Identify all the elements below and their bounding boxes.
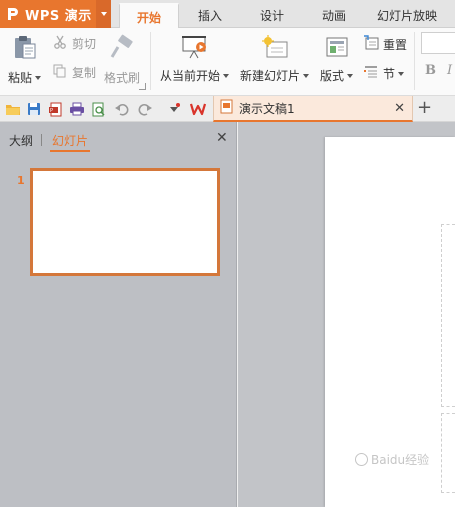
print-preview-icon[interactable] [91,101,107,117]
undo-icon[interactable] [114,101,130,117]
cut-label: 剪切 [72,37,97,51]
document-tab[interactable]: 演示文稿1 ✕ [213,96,413,122]
section-button[interactable]: 节 [363,64,405,83]
tab-outline[interactable]: 大纲 [9,132,33,149]
section-label: 节 [383,67,396,81]
tab-insert[interactable]: 插入 [186,0,234,28]
save-icon[interactable] [26,101,42,117]
format-painter-icon [109,34,135,63]
section-icon [363,64,379,83]
paste-button[interactable]: 粘贴 [8,34,42,86]
title-tab-bar: WPS 演示 开始 插入 设计 动画 幻灯片放映 [0,0,455,29]
customize-toolbar-icon[interactable] [166,101,182,117]
play-from-current-label: 从当前开始 [160,69,221,83]
chevron-down-icon [303,73,310,78]
close-icon[interactable]: ✕ [394,101,405,116]
chevron-down-icon [398,71,405,76]
new-slide-button[interactable]: 新建幻灯片 [240,34,310,84]
reset-label: 重置 [383,38,408,52]
bold-button[interactable]: B [425,63,436,78]
slide-thumbnail[interactable] [30,168,220,276]
tab-animation[interactable]: 动画 [310,0,358,28]
app-menu-button[interactable]: WPS 演示 [0,0,96,28]
wps-w-icon[interactable] [190,101,206,117]
play-from-current-button[interactable]: 从当前开始 [160,34,230,84]
wps-logo-icon [6,7,20,21]
new-slide-label: 新建幻灯片 [240,69,301,83]
export-pdf-icon[interactable]: P [48,101,64,117]
ribbon-separator [150,32,151,90]
pane-tabs: 大纲 幻灯片 ✕ [0,122,237,154]
paste-label: 粘贴 [8,71,33,85]
slide-editing-area: Baidu经验 [238,122,455,507]
layout-button[interactable]: 版式 [320,34,354,84]
clipboard-launcher-icon[interactable] [139,83,146,90]
slideshow-play-icon [181,34,209,63]
cut-button[interactable]: 剪切 [53,35,96,52]
ribbon-separator [414,32,415,90]
copy-label: 复制 [72,66,97,80]
chevron-down-icon [347,73,354,78]
layout-label: 版式 [320,69,345,83]
close-icon[interactable]: ✕ [216,130,228,146]
tab-home[interactable]: 开始 [119,3,179,29]
print-icon[interactable] [69,101,85,117]
subtitle-placeholder[interactable] [441,413,455,493]
italic-button[interactable]: I [447,63,452,78]
paste-icon [12,34,38,63]
chevron-down-icon [223,73,230,78]
title-placeholder[interactable] [441,224,455,407]
watermark-logo-icon [355,453,368,466]
open-folder-icon[interactable] [5,101,21,117]
redo-icon[interactable] [137,101,153,117]
copy-button[interactable]: 复制 [53,64,96,81]
new-tab-plus-icon[interactable]: + [417,99,432,117]
ribbon: 粘贴 剪切 复制 格式刷 从当前开始 新建幻灯片 版式 重置 节 B I [0,28,455,96]
active-tab-underline [50,150,90,152]
document-tab-title: 演示文稿1 [239,101,295,116]
reset-button[interactable]: 重置 [363,35,407,54]
quick-access-toolbar: P 演示文稿1 ✕ + [0,96,455,122]
chevron-down-icon [100,12,107,16]
reset-icon [363,35,379,54]
scissors-icon [53,35,67,52]
watermark: Baidu经验 [355,451,429,468]
svg-text:P: P [50,108,53,114]
presentation-file-icon [220,99,233,117]
pane-tab-divider [41,134,42,146]
slide-number: 1 [17,174,25,187]
new-slide-icon [261,34,289,63]
font-name-input[interactable] [421,32,455,54]
copy-icon [53,64,67,81]
slides-pane: 大纲 幻灯片 ✕ 1 [0,122,237,507]
app-title: WPS 演示 [25,8,92,24]
app-menu-dropdown[interactable] [96,0,111,28]
tab-design[interactable]: 设计 [248,0,296,28]
tab-slides[interactable]: 幻灯片 [52,132,88,149]
layout-icon [324,34,350,63]
tab-slideshow[interactable]: 幻灯片放映 [372,0,442,28]
format-painter-button[interactable]: 格式刷 [104,34,140,86]
chevron-down-icon [35,75,42,80]
watermark-text: Baidu经验 [371,453,430,467]
format-painter-label: 格式刷 [104,71,141,85]
